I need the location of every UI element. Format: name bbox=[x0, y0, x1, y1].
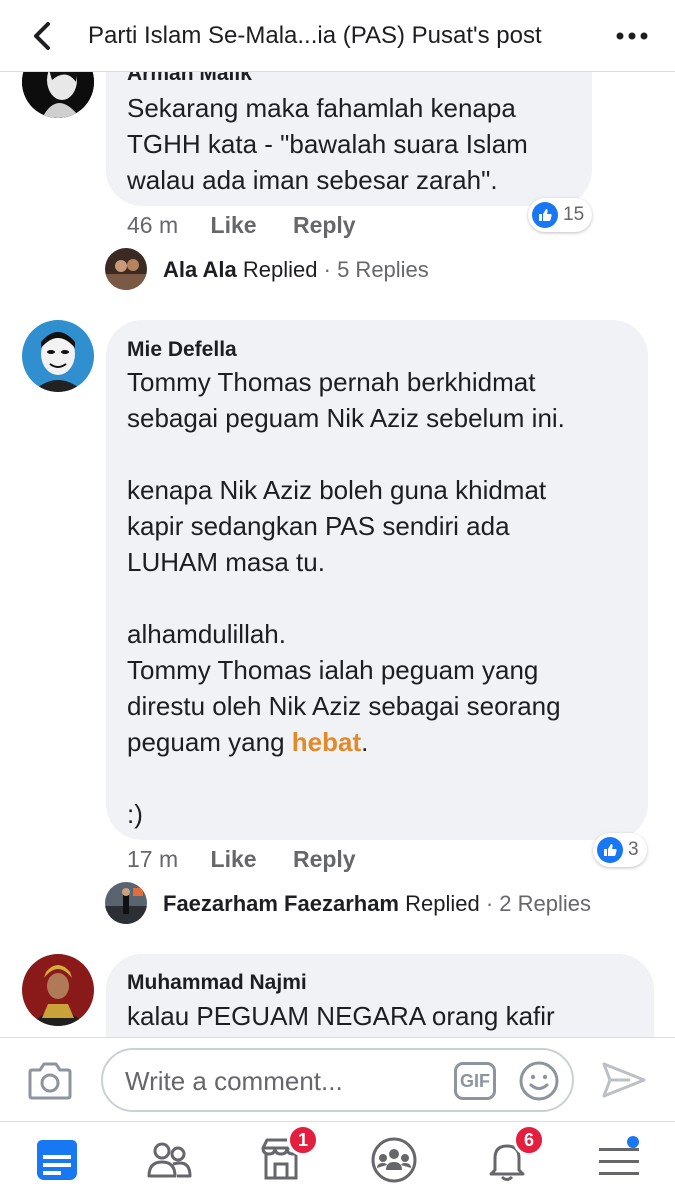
notifications-badge: 6 bbox=[512, 1124, 545, 1156]
page-title: Parti Islam Se-Mala...ia (PAS) Pusat's p… bbox=[88, 22, 542, 49]
comment-meta: 17 m Like Reply bbox=[127, 846, 356, 873]
reply-button[interactable]: Reply bbox=[293, 846, 356, 872]
timestamp: 17 m bbox=[127, 846, 179, 872]
avatar[interactable] bbox=[22, 954, 94, 1026]
comments-feed[interactable]: Arman Malik Sekarang maka fahamlah kenap… bbox=[0, 72, 675, 1037]
comment-author[interactable]: Mie Defella bbox=[127, 338, 237, 362]
comment-author[interactable]: Arman Malik bbox=[127, 72, 252, 86]
comment-text: kalau PEGUAM NEGARA orang kafir bbox=[127, 1001, 555, 1031]
comment-input[interactable]: Write a comment... GIF bbox=[101, 1048, 574, 1112]
reaction-count[interactable]: 15 bbox=[528, 198, 593, 232]
highlighted-word: hebat bbox=[291, 727, 362, 757]
avatar[interactable] bbox=[22, 72, 94, 118]
comment-placeholder: Write a comment... bbox=[125, 1066, 343, 1096]
comment-text: Tommy Thomas pernah berkhidmat sebagai p… bbox=[127, 367, 565, 829]
timestamp: 46 m bbox=[127, 212, 179, 238]
reply-button[interactable]: Reply bbox=[293, 212, 356, 238]
tab-marketplace[interactable]: 1 bbox=[255, 1124, 319, 1186]
send-icon[interactable] bbox=[600, 1058, 648, 1102]
back-arrow-icon[interactable] bbox=[26, 18, 62, 54]
emoji-icon[interactable] bbox=[518, 1060, 560, 1102]
avatar[interactable] bbox=[22, 320, 94, 392]
tab-friends[interactable] bbox=[143, 1134, 195, 1186]
marketplace-badge: 1 bbox=[286, 1124, 319, 1156]
comment-author[interactable]: Muhammad Najmi bbox=[127, 971, 307, 995]
view-replies-link[interactable]: Faezarham Faezarham Replied · 2 Replies bbox=[163, 891, 591, 917]
reply-avatar[interactable] bbox=[105, 248, 147, 290]
like-button[interactable]: Like bbox=[211, 846, 257, 872]
tab-notifications[interactable]: 6 bbox=[481, 1124, 545, 1186]
like-button[interactable]: Like bbox=[211, 212, 257, 238]
comment-meta: 46 m Like Reply bbox=[127, 212, 356, 239]
groups-icon bbox=[371, 1137, 417, 1183]
reaction-count[interactable]: 3 bbox=[593, 833, 647, 867]
bottom-tab-bar: 1 6 bbox=[0, 1121, 675, 1200]
menu-icon bbox=[599, 1136, 639, 1175]
comment-composer: Write a comment... GIF bbox=[0, 1037, 675, 1121]
thumbs-up-icon bbox=[597, 837, 623, 863]
camera-icon[interactable] bbox=[26, 1058, 74, 1102]
comment-text: Sekarang maka fahamlah kenapa TGHH kata … bbox=[127, 93, 528, 195]
tab-news-feed[interactable] bbox=[31, 1134, 83, 1186]
thumbs-up-icon bbox=[532, 202, 558, 228]
news-feed-icon bbox=[37, 1140, 77, 1180]
post-header: Parti Islam Se-Mala...ia (PAS) Pusat's p… bbox=[0, 0, 675, 72]
more-options-icon[interactable] bbox=[612, 20, 652, 52]
tab-groups[interactable] bbox=[368, 1134, 420, 1186]
friends-icon bbox=[147, 1142, 192, 1178]
view-replies-link[interactable]: Ala Ala Replied · 5 Replies bbox=[163, 257, 429, 283]
gif-button[interactable]: GIF bbox=[454, 1062, 496, 1100]
reply-avatar[interactable] bbox=[105, 882, 147, 924]
tab-menu[interactable] bbox=[593, 1134, 645, 1186]
